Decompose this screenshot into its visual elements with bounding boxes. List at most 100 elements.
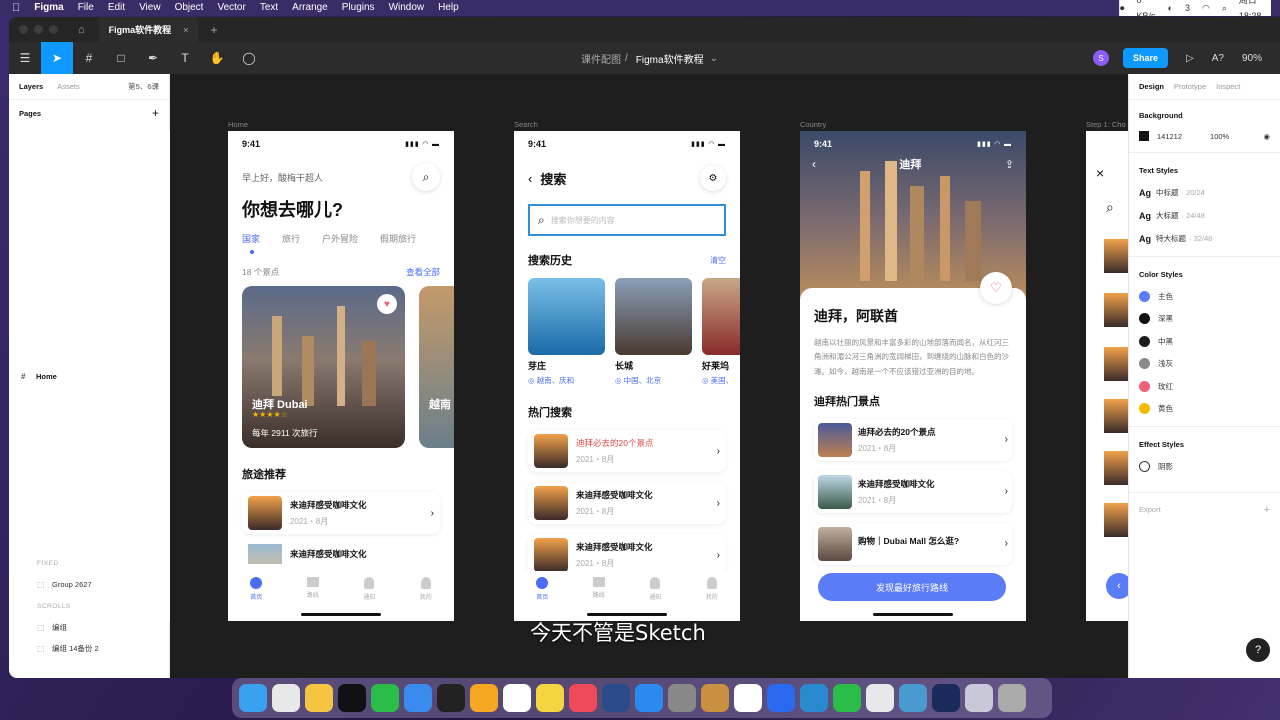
frame-label-step[interactable]: Step 1: Cho — [1086, 120, 1126, 129]
nav-home[interactable]: 首页 — [250, 577, 262, 621]
menu-vector[interactable]: Vector — [217, 0, 245, 16]
menu-window[interactable]: Window — [389, 0, 425, 16]
frame-label-country[interactable]: Country — [800, 120, 826, 129]
hot-item[interactable]: 来迪拜感受咖啡文化 2021・8月 › — [528, 534, 726, 576]
dock-app-music-icon[interactable] — [568, 684, 597, 712]
zoom-dot[interactable] — [49, 25, 58, 34]
add-page-icon[interactable]: + — [152, 106, 159, 120]
home-icon[interactable]: ⌂ — [78, 24, 85, 36]
dock-app-edge-icon[interactable] — [799, 684, 828, 712]
history-item[interactable]: 长城 ◎ 中国、北京 — [615, 278, 692, 386]
filter-icon[interactable]: ⚙ — [700, 165, 726, 191]
pen-tool-icon[interactable]: ✒ — [137, 42, 169, 74]
dock-app-screen-icon[interactable] — [964, 684, 993, 712]
history-item[interactable]: 芽庄 ◎ 越南、庆和 — [528, 278, 605, 386]
menu-edit[interactable]: Edit — [108, 0, 125, 16]
dock-app-wechat-icon[interactable] — [370, 684, 399, 712]
clear-button[interactable]: 清空 — [710, 255, 726, 266]
tab-holiday[interactable]: 假期旅行 — [380, 232, 416, 245]
spot-item[interactable]: 迪拜必去的20个景点 2021・8月 › — [814, 419, 1012, 461]
hot-item[interactable]: 迪拜必去的20个景点 2021・8月 › — [528, 430, 726, 472]
text-style-item[interactable]: Ag 特大标题 · 32/48 — [1129, 227, 1280, 250]
spot-item[interactable]: 购物｜Dubai Mall 怎么逛? › — [814, 523, 1012, 565]
current-page-select[interactable]: 第5、6课 — [128, 81, 159, 92]
layer-item[interactable]: ⬚ 编组 14备份 2 — [9, 638, 169, 659]
file-tab[interactable]: Figma软件教程 × — [98, 17, 199, 42]
search-input[interactable]: ⌕ 搜索你想要的内容 — [528, 204, 726, 236]
dock-app-evernote-icon[interactable] — [832, 684, 861, 712]
dock-app-reminders-icon[interactable] — [502, 684, 531, 712]
dubai-card[interactable]: ♥ 迪拜 Dubai ★★★★☆ 每年 2911 次旅行 — [242, 286, 405, 448]
battery-badge[interactable]: 3 — [1185, 0, 1190, 16]
dock-app-notion-icon[interactable] — [733, 684, 762, 712]
menu-object[interactable]: Object — [175, 0, 204, 16]
favorite-heart-icon[interactable]: ♡ — [980, 272, 1012, 304]
layer-item[interactable]: ⬚ 编组 — [9, 617, 169, 638]
background-row[interactable]: 141212 100% ◉ — [1129, 126, 1280, 146]
apple-icon[interactable]:  — [12, 2, 20, 14]
history-item[interactable]: 好莱坞 ◎ 美国、 — [702, 278, 740, 386]
back-icon[interactable]: ‹ — [812, 157, 816, 171]
comment-tool-icon[interactable]: ◯ — [233, 42, 265, 74]
color-style-item[interactable]: 浅灰 — [1129, 353, 1280, 376]
back-icon[interactable]: ‹ — [528, 171, 532, 186]
search-frame[interactable]: 9:41 ▮▮▮ ◠ ▬ ‹ 搜索 ⚙ ⌕ 搜索你想要的内容 搜索历史 清空 芽庄… — [514, 131, 740, 621]
color-style-item[interactable]: 中黑 — [1129, 330, 1280, 353]
layer-item[interactable]: ⬚ Group 2627 — [9, 574, 169, 595]
dock-app-quicktime-icon[interactable] — [601, 684, 630, 712]
step-frame[interactable]: × ⌕ ‹ — [1086, 131, 1128, 621]
tab-travel[interactable]: 旅行 — [282, 232, 300, 245]
dock-app-notchmeup-icon[interactable] — [700, 684, 729, 712]
wifi-icon[interactable]: ◠ — [1202, 0, 1210, 16]
menu-text[interactable]: Text — [260, 0, 278, 16]
tab-assets[interactable]: Assets — [57, 82, 80, 91]
favorite-heart-icon[interactable]: ♥ — [377, 294, 397, 314]
frame-label-search[interactable]: Search — [514, 120, 538, 129]
dock-app-settings-icon[interactable] — [667, 684, 696, 712]
main-menu-icon[interactable]: ☰ — [9, 42, 41, 74]
search-icon[interactable]: ⌕ — [1106, 199, 1114, 216]
dock-app-figma-icon[interactable] — [436, 684, 465, 712]
hot-item[interactable]: 来迪拜感受咖啡文化 2021・8月 › — [528, 482, 726, 524]
background-hex[interactable]: 141212 — [1157, 132, 1182, 141]
chevron-down-icon[interactable]: ⌄ — [710, 53, 718, 64]
menu-arrange[interactable]: Arrange — [292, 0, 328, 16]
breadcrumb-file[interactable]: Figma软件教程 — [636, 51, 704, 66]
back-arrow-icon[interactable]: ‹ — [1106, 573, 1128, 599]
discover-route-button[interactable]: 发现最好旅行路线 — [818, 573, 1006, 601]
color-style-item[interactable]: 黄色 — [1129, 398, 1280, 421]
home-frame[interactable]: 9:41 ▮▮▮ ◠ ▬ 早上好，酸梅干超人 ⌕ 你想去哪儿? 国家 旅行 户外冒… — [228, 131, 454, 621]
dock-app-finder-icon[interactable] — [238, 684, 267, 712]
wechat-status-icon[interactable]: ◐ — [1168, 0, 1173, 16]
dock-app-safari-icon[interactable] — [403, 684, 432, 712]
canvas[interactable]: Home 9:41 ▮▮▮ ◠ ▬ 早上好，酸梅干超人 ⌕ 你想去哪儿? 国家 旅… — [170, 74, 1128, 678]
help-button[interactable]: ? — [1246, 638, 1270, 662]
dock-app-preview-icon[interactable] — [898, 684, 927, 712]
tab-country[interactable]: 国家 — [242, 232, 260, 245]
share-button[interactable]: Share — [1123, 48, 1169, 68]
play-icon[interactable]: ▷ — [1186, 53, 1194, 64]
menu-file[interactable]: File — [78, 0, 94, 16]
share-icon[interactable]: ⇪ — [1005, 158, 1014, 171]
nav-me[interactable]: 我的 — [420, 577, 432, 621]
tab-prototype[interactable]: Prototype — [1174, 82, 1206, 91]
breadcrumb-project[interactable]: 课件配图 — [581, 51, 621, 66]
tab-outdoor[interactable]: 户外冒险 — [322, 232, 358, 245]
tab-inspect[interactable]: Inspect — [1216, 82, 1240, 91]
rec-item[interactable]: 来迪拜感受咖啡文化 2021・8月 › — [242, 492, 440, 534]
background-opacity[interactable]: 100% — [1210, 132, 1229, 141]
tab-layers[interactable]: Layers — [19, 82, 43, 91]
color-style-item[interactable]: 玫红 — [1129, 375, 1280, 398]
rec-item[interactable]: 来迪拜感受咖啡文化 — [242, 544, 440, 564]
color-style-item[interactable]: 主色 — [1129, 285, 1280, 308]
add-export-icon[interactable]: + — [1264, 504, 1270, 516]
a11y-label[interactable]: A? — [1212, 53, 1224, 64]
text-tool-icon[interactable]: T — [169, 42, 201, 74]
frame-tool-icon[interactable]: # — [73, 42, 105, 74]
dock-app-app-store-icon[interactable] — [634, 684, 663, 712]
dock-app-chrome-icon[interactable] — [865, 684, 894, 712]
country-frame[interactable]: 9:41 ▮▮▮ ◠ ▬ ‹ 迪拜 ⇪ ♡ 迪拜，阿联酋 越南以壮丽的风景和丰富多… — [800, 131, 1026, 621]
menu-figma[interactable]: Figma — [34, 0, 63, 16]
menu-view[interactable]: View — [139, 0, 161, 16]
search-icon[interactable]: ⌕ — [1222, 0, 1227, 16]
